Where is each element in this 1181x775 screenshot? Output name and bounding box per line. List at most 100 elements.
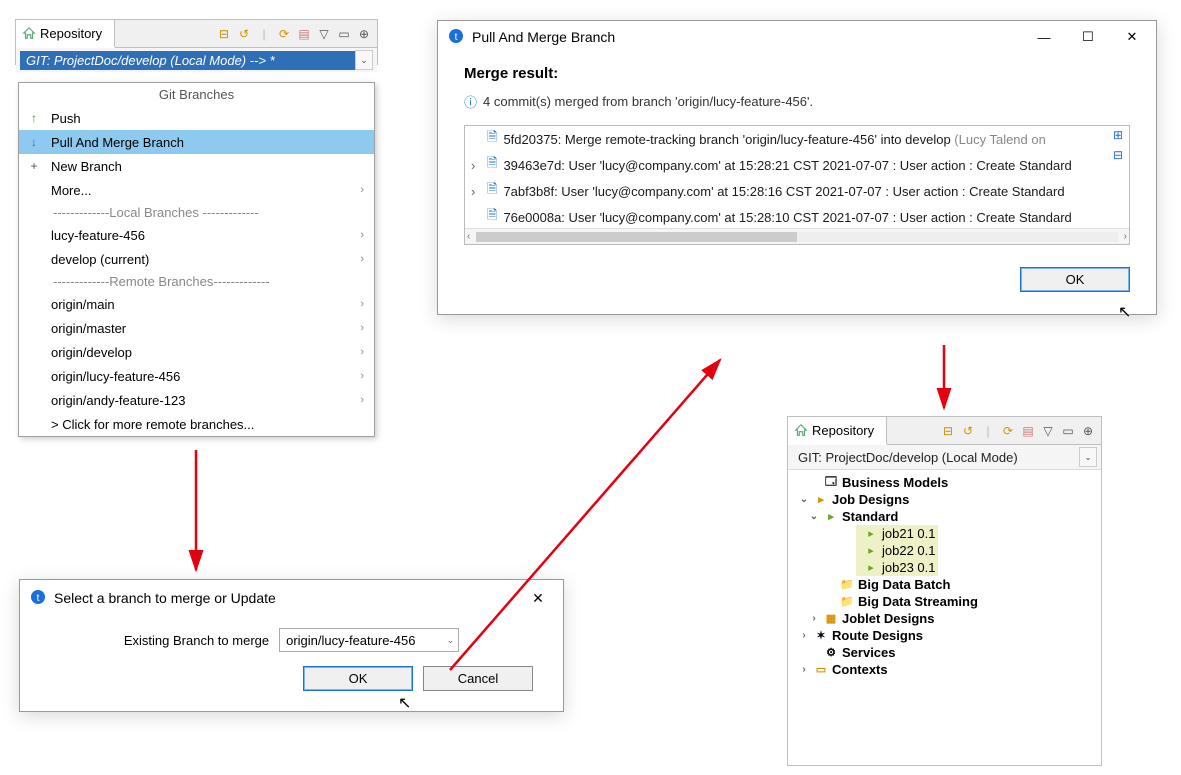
svg-text:t: t	[37, 593, 40, 604]
twisty-closed-icon[interactable]: ›	[798, 630, 810, 641]
sync-icon[interactable]: ⟳	[999, 422, 1017, 440]
tree-node-big-data-batch[interactable]: 📁 Big Data Batch	[790, 576, 1099, 593]
chevron-right-icon: ›	[340, 253, 364, 265]
tree-job-item[interactable]: ▸ job23 0.1	[856, 559, 938, 576]
ok-button[interactable]: OK	[303, 666, 413, 691]
refresh-icon[interactable]: ↺	[235, 25, 253, 43]
branch-selector[interactable]: GIT: ProjectDoc/develop (Local Mode) -->…	[20, 51, 355, 70]
gear-icon: ⚙	[824, 646, 838, 660]
select-branch-dialog: t Select a branch to merge or Update ✕ E…	[19, 579, 564, 712]
chevron-down-icon[interactable]: ⌄	[355, 50, 373, 70]
horizontal-scrollbar[interactable]: ‹ ›	[465, 228, 1129, 244]
maximize-button[interactable]: ☐	[1066, 23, 1110, 51]
commit-row[interactable]: › 🗎 39463e7d: User 'lucy@company.com' at…	[465, 152, 1129, 178]
expand-toggle[interactable]: ›	[471, 184, 481, 199]
chevron-right-icon: ›	[340, 394, 364, 406]
local-branch-item[interactable]: lucy-feature-456 ›	[19, 223, 374, 247]
chevron-right-icon: ›	[340, 370, 364, 382]
tree-node-job-designs[interactable]: ⌄ ▸ Job Designs	[790, 491, 1099, 508]
home-icon	[22, 26, 36, 40]
commit-list: ⊞ ⊟ 🗎 5fd20375: Merge remote-tracking br…	[464, 125, 1130, 245]
tab-label: Repository	[812, 423, 874, 438]
branch-selector[interactable]: GIT: ProjectDoc/develop (Local Mode)	[792, 448, 1079, 467]
repository-tab[interactable]: Repository	[788, 417, 887, 445]
twisty-closed-icon[interactable]: ›	[798, 664, 810, 675]
joblet-icon: ▦	[824, 612, 838, 626]
branch-combo[interactable]: origin/lucy-feature-456 ⌄	[279, 628, 459, 652]
chevron-right-icon: ›	[340, 229, 364, 241]
dialog-title-text: Pull And Merge Branch	[472, 29, 615, 45]
separator-icon: |	[979, 422, 997, 440]
tree-node-big-data-streaming[interactable]: 📁 Big Data Streaming	[790, 593, 1099, 610]
cancel-button[interactable]: Cancel	[423, 666, 533, 691]
menu-more-remote[interactable]: > Click for more remote branches...	[19, 412, 374, 436]
expand-toggle[interactable]: ›	[471, 158, 481, 173]
menu-more[interactable]: More... ›	[19, 178, 374, 202]
local-branch-item[interactable]: develop (current) ›	[19, 247, 374, 271]
job-icon: ▸	[864, 561, 878, 575]
tree-node-services[interactable]: ⚙ Services	[790, 644, 1099, 661]
remote-branch-item[interactable]: origin/andy-feature-123›	[19, 388, 374, 412]
expand-icon[interactable]: ⊞	[1109, 126, 1127, 144]
panel-header: Repository ⊟ ↺ | ⟳ ▤ ▽ ▭ ⊕	[788, 417, 1101, 445]
arrow-up-icon: ↑	[27, 111, 41, 125]
svg-text:t: t	[455, 32, 458, 43]
branch-selector-row: GIT: ProjectDoc/develop (Local Mode) -->…	[16, 48, 377, 72]
close-icon[interactable]: ✕	[523, 586, 553, 610]
minimize-button[interactable]: —	[1022, 23, 1066, 51]
twisty-closed-icon[interactable]: ›	[808, 613, 820, 624]
tree-job-item[interactable]: ▸ job21 0.1	[856, 525, 938, 542]
close-button[interactable]: ✕	[1110, 23, 1154, 51]
panel-header: Repository ⊟ ↺ | ⟳ ▤ ▽ ▭ ⊕	[16, 20, 377, 48]
commit-row[interactable]: › 🗎 7abf3b8f: User 'lucy@company.com' at…	[465, 178, 1129, 204]
view-menu-icon[interactable]: ▽	[315, 25, 333, 43]
sync-icon[interactable]: ⟳	[275, 25, 293, 43]
repository-tab[interactable]: Repository	[16, 20, 115, 48]
job-icon: ▸	[864, 527, 878, 541]
menu-title: Git Branches	[19, 83, 374, 106]
plus-icon: +	[27, 159, 41, 173]
remote-branch-item[interactable]: origin/develop›	[19, 340, 374, 364]
remote-branch-item[interactable]: origin/lucy-feature-456›	[19, 364, 374, 388]
tree-node-business-models[interactable]: 🗔 Business Models	[790, 474, 1099, 491]
remote-branch-item[interactable]: origin/master›	[19, 316, 374, 340]
minimize-icon[interactable]: ▭	[1059, 422, 1077, 440]
local-branches-separator: -------------Local Branches ------------…	[19, 202, 374, 223]
tree-node-route-designs[interactable]: › ✶ Route Designs	[790, 627, 1099, 644]
collapse-icon[interactable]: ⊟	[1109, 146, 1127, 164]
scroll-left-icon[interactable]: ‹	[467, 231, 470, 242]
scrollbar-thumb[interactable]	[476, 232, 797, 242]
scroll-right-icon[interactable]: ›	[1124, 231, 1127, 242]
collapse-icon[interactable]: ⊟	[215, 25, 233, 43]
dialog-title-text: Select a branch to merge or Update	[54, 590, 276, 606]
tree-node-standard[interactable]: ⌄ ▸ Standard	[790, 508, 1099, 525]
twisty-open-icon[interactable]: ⌄	[798, 494, 810, 505]
dialog-titlebar: t Pull And Merge Branch — ☐ ✕	[438, 21, 1156, 53]
app-icon: t	[30, 589, 46, 608]
tree-node-joblet-designs[interactable]: › ▦ Joblet Designs	[790, 610, 1099, 627]
view-menu-icon[interactable]: ▽	[1039, 422, 1057, 440]
menu-pull-merge[interactable]: ↓ Pull And Merge Branch	[19, 130, 374, 154]
tree-node-contexts[interactable]: › ▭ Contexts	[790, 661, 1099, 678]
minimize-icon[interactable]: ▭	[335, 25, 353, 43]
home-icon	[794, 423, 808, 437]
refresh-icon[interactable]: ↺	[959, 422, 977, 440]
collapse-icon[interactable]: ⊟	[939, 422, 957, 440]
info-icon: ⓘ	[464, 92, 477, 111]
menu-push[interactable]: ↑ Push	[19, 106, 374, 130]
arrow-down-icon: ↓	[27, 135, 41, 149]
commit-row[interactable]: 🗎 76e0008a: User 'lucy@company.com' at 1…	[465, 204, 1129, 230]
file-icon: 🗎	[487, 180, 497, 202]
grid-icon[interactable]: ▤	[295, 25, 313, 43]
chevron-down-icon[interactable]: ⌄	[1079, 447, 1097, 467]
maximize-icon[interactable]: ⊕	[355, 25, 373, 43]
twisty-open-icon[interactable]: ⌄	[808, 511, 820, 522]
grid-icon[interactable]: ▤	[1019, 422, 1037, 440]
tree-job-item[interactable]: ▸ job22 0.1	[856, 542, 938, 559]
ok-button[interactable]: OK	[1020, 267, 1130, 292]
commit-row[interactable]: 🗎 5fd20375: Merge remote-tracking branch…	[465, 126, 1129, 152]
menu-new-branch[interactable]: + New Branch	[19, 154, 374, 178]
context-icon: ▭	[814, 663, 828, 677]
remote-branch-item[interactable]: origin/main›	[19, 292, 374, 316]
maximize-icon[interactable]: ⊕	[1079, 422, 1097, 440]
